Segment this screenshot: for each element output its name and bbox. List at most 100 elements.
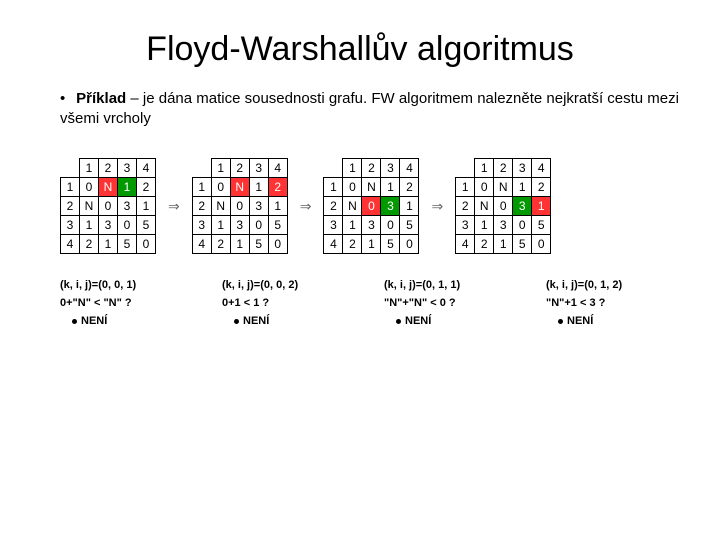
steps-row: (k, i, j)=(0, 0, 1)0+"N" < "N" ?NENÍ(k, … xyxy=(60,279,680,327)
cell: 0 xyxy=(137,235,156,254)
row-header: 1 xyxy=(456,178,475,197)
cell: 1 xyxy=(230,235,249,254)
matrix: 123410N122N0313130542150 xyxy=(323,158,419,254)
step-block: (k, i, j)=(0, 1, 1) "N"+"N" < 0 ? NENÍ xyxy=(384,279,516,327)
cell: 0 xyxy=(400,235,419,254)
desc-label: Příklad xyxy=(76,90,126,107)
cell: 0 xyxy=(513,216,532,235)
cell: 2 xyxy=(532,178,551,197)
cell: 0 xyxy=(99,197,118,216)
step-result-text: NENÍ xyxy=(81,315,107,327)
row-header: 4 xyxy=(61,235,80,254)
cell: 2 xyxy=(475,235,494,254)
cell: 3 xyxy=(513,197,532,216)
step-result: NENÍ xyxy=(234,315,354,327)
step-result-text: NENÍ xyxy=(405,315,431,327)
step-condition: "N"+"N" < 0 ? xyxy=(384,297,516,309)
col-header: 3 xyxy=(118,159,137,178)
cell: 1 xyxy=(137,197,156,216)
col-header: 2 xyxy=(494,159,513,178)
cell: 0 xyxy=(362,197,381,216)
col-header: 3 xyxy=(513,159,532,178)
col-header: 4 xyxy=(137,159,156,178)
cell: 1 xyxy=(211,216,230,235)
cell: 0 xyxy=(268,235,287,254)
cell: 1 xyxy=(118,178,137,197)
cell: 5 xyxy=(118,235,137,254)
row-header: 4 xyxy=(324,235,343,254)
col-header: 4 xyxy=(400,159,419,178)
cell: 1 xyxy=(494,235,513,254)
step-block: (k, i, j)=(0, 0, 2)0+1 < 1 ?NENÍ xyxy=(222,279,354,327)
cell: 1 xyxy=(400,197,419,216)
col-header: 1 xyxy=(80,159,99,178)
cell: 0 xyxy=(532,235,551,254)
cell: 1 xyxy=(343,216,362,235)
step-result: NENÍ xyxy=(558,315,678,327)
arrow-icon: ⇒ xyxy=(166,198,182,215)
cell: 1 xyxy=(475,216,494,235)
cell: 0 xyxy=(211,178,230,197)
row-header: 4 xyxy=(456,235,475,254)
cell: 5 xyxy=(400,216,419,235)
cell: 0 xyxy=(118,216,137,235)
cell: 0 xyxy=(343,178,362,197)
cell: N xyxy=(211,197,230,216)
step-condition: 0+1 < 1 ? xyxy=(222,297,354,309)
step-condition: "N"+1 < 3 ? xyxy=(546,297,678,309)
row-header: 2 xyxy=(61,197,80,216)
col-header: 2 xyxy=(230,159,249,178)
bullet-icon xyxy=(234,319,239,324)
step-indices: (k, i, j)=(0, 1, 2) xyxy=(546,279,678,291)
matrix: 123410N122N0313130542150 xyxy=(192,158,288,254)
cell: 3 xyxy=(118,197,137,216)
cell: N xyxy=(230,178,249,197)
step-indices: (k, i, j)=(0, 1, 1) xyxy=(384,279,516,291)
col-header: 1 xyxy=(211,159,230,178)
cell: 3 xyxy=(230,216,249,235)
row-header: 2 xyxy=(324,197,343,216)
cell: 5 xyxy=(513,235,532,254)
cell: 3 xyxy=(99,216,118,235)
row-header: 1 xyxy=(61,178,80,197)
col-header: 1 xyxy=(343,159,362,178)
cell: 5 xyxy=(268,216,287,235)
cell: 0 xyxy=(249,216,268,235)
row-header: 2 xyxy=(192,197,211,216)
col-header: 2 xyxy=(362,159,381,178)
matrix: 123410N122N0313130542150 xyxy=(455,158,551,254)
bullet-icon xyxy=(558,319,563,324)
cell: 2 xyxy=(268,178,287,197)
step-result: NENÍ xyxy=(396,315,516,327)
cell: 3 xyxy=(249,197,268,216)
row-header: 4 xyxy=(192,235,211,254)
step-result-text: NENÍ xyxy=(567,315,593,327)
cell: 2 xyxy=(343,235,362,254)
cell: 1 xyxy=(80,216,99,235)
desc-text: – je dána matice sousednosti grafu. FW a… xyxy=(60,90,679,127)
row-header: 3 xyxy=(192,216,211,235)
col-header: 4 xyxy=(532,159,551,178)
step-result: NENÍ xyxy=(72,315,192,327)
cell: 2 xyxy=(80,235,99,254)
cell: 0 xyxy=(230,197,249,216)
cell: 0 xyxy=(80,178,99,197)
col-header: 4 xyxy=(268,159,287,178)
cell: 1 xyxy=(381,178,400,197)
col-header: 3 xyxy=(381,159,400,178)
step-condition: 0+"N" < "N" ? xyxy=(60,297,192,309)
page-title: Floyd-Warshallův algoritmus xyxy=(40,30,680,69)
row-header: 1 xyxy=(192,178,211,197)
cell: 1 xyxy=(99,235,118,254)
cell: 1 xyxy=(532,197,551,216)
cell: 1 xyxy=(268,197,287,216)
cell: 3 xyxy=(362,216,381,235)
cell: N xyxy=(362,178,381,197)
row-header: 2 xyxy=(456,197,475,216)
col-header: 2 xyxy=(99,159,118,178)
row-header: 1 xyxy=(324,178,343,197)
cell: 5 xyxy=(381,235,400,254)
cell: 3 xyxy=(381,197,400,216)
cell: 3 xyxy=(494,216,513,235)
cell: 0 xyxy=(381,216,400,235)
